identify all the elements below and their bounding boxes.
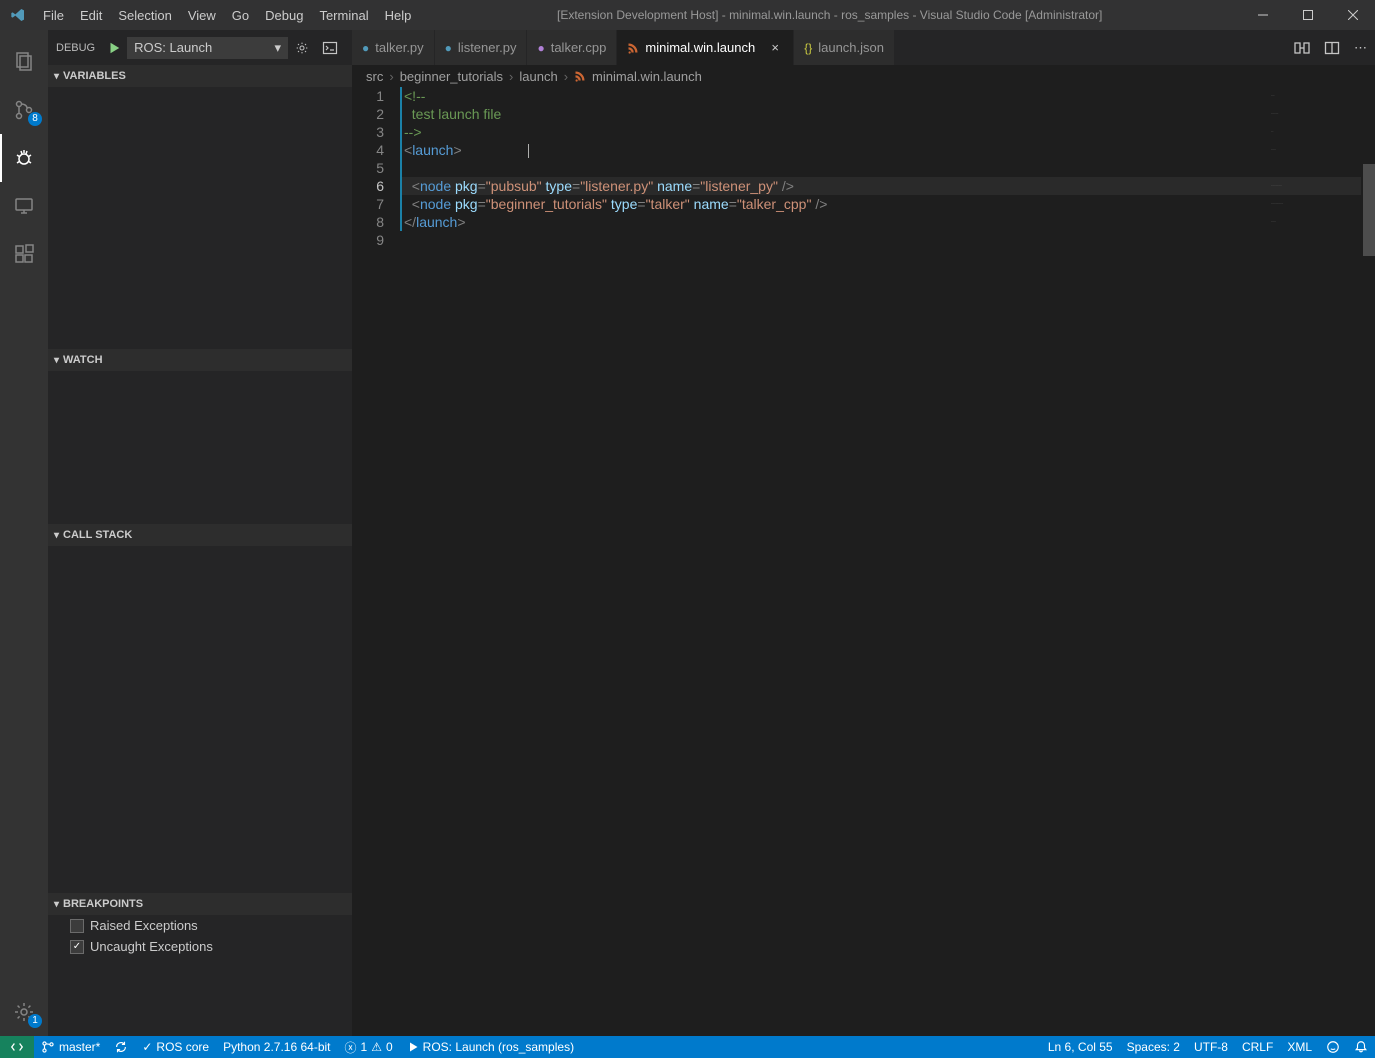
more-actions-icon[interactable]: ⋯ (1354, 40, 1367, 56)
chevron-down-icon: ▾ (54, 71, 59, 82)
activity-extensions[interactable] (0, 230, 48, 278)
debug-console-button[interactable] (322, 40, 344, 56)
activity-remote[interactable] (0, 182, 48, 230)
status-python[interactable]: Python 2.7.16 64-bit (216, 1036, 337, 1058)
scm-badge: 8 (28, 112, 42, 126)
section-watch-header[interactable]: ▾WATCH (48, 349, 352, 371)
chevron-down-icon: ▾ (274, 40, 281, 56)
status-ros[interactable]: ✓ROS core (135, 1036, 216, 1058)
menu-bar: File Edit Selection View Go Debug Termin… (35, 4, 419, 27)
tab-listener-py[interactable]: ●listener.py (435, 30, 528, 65)
debug-config-select[interactable]: ROS: Launch ▾ (127, 37, 288, 59)
error-icon: ⓧ (345, 1039, 357, 1056)
rss-icon (627, 42, 639, 54)
editor-group: ●talker.py ●listener.py ●talker.cpp mini… (352, 30, 1375, 1036)
close-button[interactable] (1330, 0, 1375, 30)
status-branch[interactable]: master* (34, 1036, 107, 1058)
chevron-down-icon: ▾ (54, 355, 59, 366)
menu-view[interactable]: View (180, 4, 224, 27)
activity-debug[interactable] (0, 134, 48, 182)
tab-launch-json[interactable]: {}launch.json (794, 30, 895, 65)
warning-icon: ⚠ (371, 1040, 382, 1054)
section-callstack-header[interactable]: ▾CALL STACK (48, 524, 352, 546)
title-bar: File Edit Selection View Go Debug Termin… (0, 0, 1375, 30)
debug-sidebar: DEBUG ROS: Launch ▾ ▾VARIABLES ▾WATCH ▾ (48, 30, 352, 1036)
debug-config-value: ROS: Launch (134, 40, 212, 55)
debug-config-gear[interactable] (294, 40, 316, 56)
compare-changes-icon[interactable] (1294, 40, 1310, 56)
section-variables: ▾VARIABLES (48, 65, 352, 349)
code-editor[interactable]: 123456789 <!-- test launch file --> <lau… (352, 87, 1375, 1036)
section-breakpoints: ▾BREAKPOINTS Raised Exceptions Uncaught … (48, 893, 352, 957)
breadcrumb[interactable]: src› beginner_tutorials› launch› minimal… (352, 65, 1375, 87)
activity-settings[interactable]: 1 (0, 988, 48, 1036)
status-cursor-pos[interactable]: Ln 6, Col 55 (1041, 1036, 1120, 1058)
split-editor-icon[interactable] (1324, 40, 1340, 56)
chevron-down-icon: ▾ (54, 530, 59, 541)
rss-icon (574, 70, 586, 82)
scrollbar-marker[interactable] (1363, 164, 1375, 256)
remote-indicator[interactable] (0, 1036, 34, 1058)
minimize-button[interactable] (1240, 0, 1285, 30)
tab-talker-py[interactable]: ●talker.py (352, 30, 435, 65)
status-problems[interactable]: ⓧ1 ⚠0 (338, 1036, 400, 1058)
section-breakpoints-header[interactable]: ▾BREAKPOINTS (48, 893, 352, 915)
status-notifications[interactable] (1347, 1036, 1375, 1058)
section-callstack: ▾CALL STACK (48, 524, 352, 893)
python-icon: ● (445, 41, 452, 55)
menu-help[interactable]: Help (377, 4, 420, 27)
code-content[interactable]: <!-- test launch file --> <launch> <node… (400, 87, 1375, 1036)
tab-minimal-launch[interactable]: minimal.win.launch× (617, 30, 794, 65)
section-watch: ▾WATCH (48, 349, 352, 524)
tab-bar: ●talker.py ●listener.py ●talker.cpp mini… (352, 30, 1375, 65)
python-icon: ● (362, 41, 369, 55)
status-sync[interactable] (107, 1036, 135, 1058)
breakpoint-label: Uncaught Exceptions (90, 939, 213, 954)
activity-scm[interactable]: 8 (0, 86, 48, 134)
debug-header: DEBUG ROS: Launch ▾ (48, 30, 352, 65)
breakpoint-label: Raised Exceptions (90, 918, 198, 933)
window-title: [Extension Development Host] - minimal.w… (419, 8, 1240, 22)
menu-edit[interactable]: Edit (72, 4, 110, 27)
status-eol[interactable]: CRLF (1235, 1036, 1280, 1058)
menu-selection[interactable]: Selection (110, 4, 179, 27)
tab-talker-cpp[interactable]: ●talker.cpp (527, 30, 617, 65)
status-bar: master* ✓ROS core Python 2.7.16 64-bit ⓧ… (0, 1036, 1375, 1058)
status-feedback[interactable] (1319, 1036, 1347, 1058)
chevron-down-icon: ▾ (54, 899, 59, 910)
menu-debug[interactable]: Debug (257, 4, 311, 27)
status-language[interactable]: XML (1280, 1036, 1319, 1058)
editor-actions: ⋯ (1286, 30, 1375, 65)
start-debug-button[interactable] (107, 41, 121, 55)
breakpoint-raised[interactable]: Raised Exceptions (48, 915, 352, 936)
window-controls (1240, 0, 1375, 30)
status-encoding[interactable]: UTF-8 (1187, 1036, 1235, 1058)
vscode-logo-icon (0, 7, 35, 23)
menu-go[interactable]: Go (224, 4, 257, 27)
json-icon: {} (804, 41, 812, 55)
line-gutter: 123456789 (352, 87, 400, 1036)
checkbox-checked[interactable] (70, 940, 84, 954)
menu-file[interactable]: File (35, 4, 72, 27)
cpp-icon: ● (537, 41, 544, 55)
close-tab-button[interactable]: × (767, 40, 783, 55)
section-variables-header[interactable]: ▾VARIABLES (48, 65, 352, 87)
status-indent[interactable]: Spaces: 2 (1120, 1036, 1187, 1058)
maximize-button[interactable] (1285, 0, 1330, 30)
menu-terminal[interactable]: Terminal (311, 4, 376, 27)
activity-bar: 8 1 (0, 30, 48, 1036)
breakpoint-uncaught[interactable]: Uncaught Exceptions (48, 936, 352, 957)
checkbox-unchecked[interactable] (70, 919, 84, 933)
settings-badge: 1 (28, 1014, 42, 1028)
activity-explorer[interactable] (0, 38, 48, 86)
status-launch[interactable]: ROS: Launch (ros_samples) (400, 1036, 581, 1058)
debug-title: DEBUG (56, 42, 95, 54)
